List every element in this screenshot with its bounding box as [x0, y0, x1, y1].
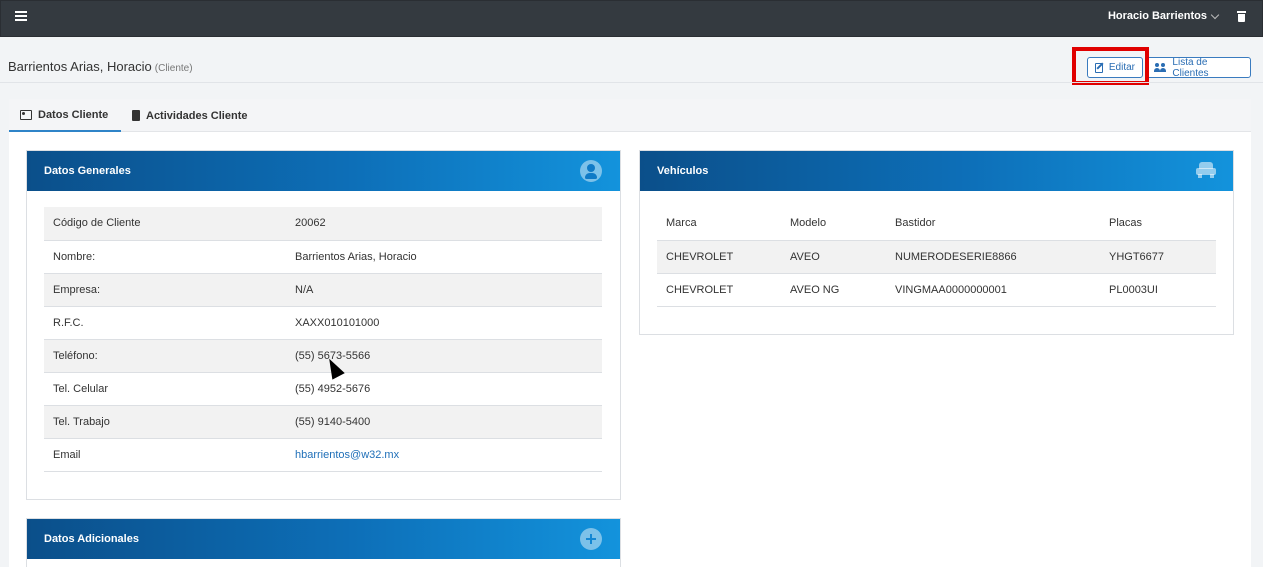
cell-bastidor: NUMERODESERIE8866	[886, 240, 1100, 274]
panel-title: Vehículos	[657, 165, 709, 177]
client-name: Barrientos Arias, Horacio	[8, 59, 152, 74]
chevron-down-icon	[1210, 10, 1220, 19]
table-row: Empresa: N/A	[44, 273, 602, 307]
cell-modelo: AVEO	[781, 240, 886, 274]
plus-circle-icon[interactable]	[580, 528, 602, 550]
field-value: (55) 9140-5400	[286, 405, 602, 439]
table-row[interactable]: CHEVROLET AVEO NG VINGMAA0000000001 PL00…	[657, 273, 1216, 307]
table-row: Tel. Celular (55) 4952-5676	[44, 372, 602, 406]
edit-button[interactable]: Editar	[1087, 57, 1143, 78]
general-data-table: Código de Cliente 20062 Nombre: Barrientos…	[44, 207, 602, 472]
panel-header: Datos Generales	[27, 151, 620, 191]
users-icon	[1154, 62, 1166, 73]
car-icon	[1195, 161, 1217, 179]
panel-header: Vehículos	[640, 151, 1233, 191]
panel-header: Datos Adicionales	[27, 519, 620, 559]
column-header: Placas	[1100, 207, 1216, 241]
table-row: Email hbarrientos@w32.mx	[44, 438, 602, 472]
field-label: Nombre:	[44, 240, 286, 274]
table-header-row: Marca Modelo Bastidor Placas	[657, 207, 1216, 241]
table-row: Teléfono: (55) 5673-5566	[44, 339, 602, 373]
tab-datos-cliente[interactable]: Datos Cliente	[9, 99, 121, 132]
cell-placas: YHGT6677	[1100, 240, 1216, 274]
client-list-button-label: Lista de Clientes	[1172, 56, 1209, 79]
trash-icon[interactable]	[1237, 11, 1246, 22]
client-list-button[interactable]: Lista de Clientes	[1146, 56, 1251, 79]
user-menu[interactable]: Horacio Barrientos	[1107, 10, 1220, 22]
field-value: N/A	[286, 273, 602, 307]
menu-icon[interactable]	[15, 11, 27, 21]
tab-label: Datos Cliente	[38, 108, 109, 121]
panel-title: Datos Adicionales	[44, 533, 139, 545]
field-value: 20062	[286, 207, 602, 241]
top-navbar: Horacio Barrientos	[0, 0, 1263, 37]
cell-marca: CHEVROLET	[657, 273, 781, 307]
panel-title: Datos Generales	[44, 165, 131, 177]
edit-icon	[1095, 62, 1103, 73]
user-circle-icon	[580, 160, 602, 182]
field-value: Barrientos Arias, Horacio	[286, 240, 602, 274]
vehicles-table: Marca Modelo Bastidor Placas CHEVROLET A…	[657, 207, 1216, 307]
table-row: R.F.C. XAXX010101000	[44, 306, 602, 340]
cell-marca: CHEVROLET	[657, 240, 781, 274]
field-label: Empresa:	[44, 273, 286, 307]
table-row: Código de Cliente 20062	[44, 207, 602, 241]
vehicles-panel: Vehículos Marca Modelo Bastidor Placas C…	[639, 150, 1234, 335]
tab-bar: Datos Cliente Actividades Cliente	[9, 99, 1251, 132]
cell-bastidor: VINGMAA0000000001	[886, 273, 1100, 307]
page-title: Barrientos Arias, Horacio (Cliente)	[8, 59, 193, 74]
additional-data-panel: Datos Adicionales	[26, 518, 621, 567]
tab-actividades-cliente[interactable]: Actividades Cliente	[132, 99, 247, 132]
table-row[interactable]: CHEVROLET AVEO NUMERODESERIE8866 YHGT667…	[657, 240, 1216, 274]
column-header: Bastidor	[886, 207, 1100, 241]
cell-modelo: AVEO NG	[781, 273, 886, 307]
field-label: Código de Cliente	[44, 207, 286, 241]
field-label: Email	[44, 438, 286, 472]
column-header: Modelo	[781, 207, 886, 241]
user-name: Horacio Barrientos	[1107, 10, 1207, 22]
page-subtitle: (Cliente)	[154, 63, 193, 74]
cell-placas: PL0003UI	[1100, 273, 1216, 307]
header-divider	[0, 82, 1263, 83]
table-row: Tel. Trabajo (55) 9140-5400	[44, 405, 602, 439]
email-link[interactable]: hbarrientos@w32.mx	[295, 449, 399, 461]
column-header: Marca	[657, 207, 781, 241]
document-icon	[132, 110, 140, 121]
table-row: Nombre: Barrientos Arias, Horacio	[44, 240, 602, 274]
field-value: XAXX010101000	[286, 306, 602, 340]
field-label: Tel. Celular	[44, 372, 286, 406]
field-label: Teléfono:	[44, 339, 286, 373]
field-label: Tel. Trabajo	[44, 405, 286, 439]
general-data-panel: Datos Generales Código de Cliente 20062 N…	[26, 150, 621, 500]
edit-button-label: Editar	[1108, 62, 1135, 73]
tab-label: Actividades Cliente	[146, 109, 248, 122]
id-card-icon	[20, 109, 32, 120]
field-label: R.F.C.	[44, 306, 286, 340]
